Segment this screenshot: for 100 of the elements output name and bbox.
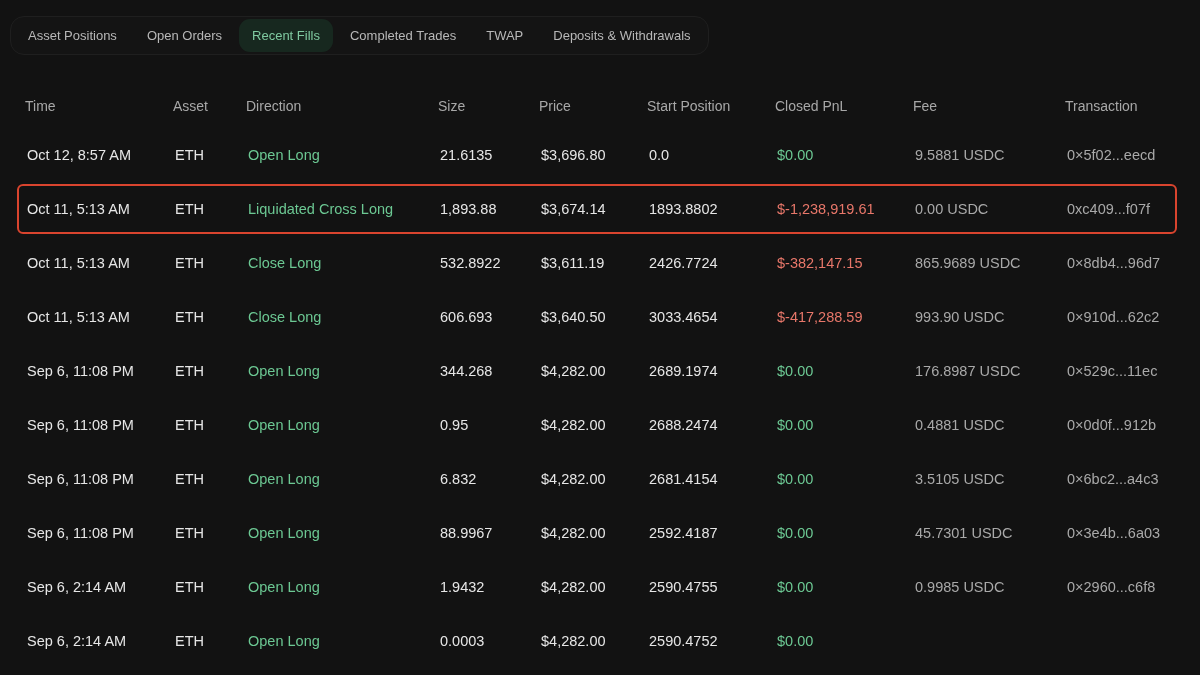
column-header: Asset <box>173 98 209 114</box>
table-cell-text: Sep 6, 2:14 AM <box>27 633 128 649</box>
table-cell-text: 9.5881 USDC <box>915 147 1006 163</box>
table-cell-text: 176.8987 USDC <box>915 363 1022 379</box>
table-cell-text: ETH <box>175 579 205 595</box>
table-cell-text: 6.832 <box>440 471 478 487</box>
table-cell-text: 2592.4187 <box>649 525 719 541</box>
table-cell-text: $4,282.00 <box>541 525 607 541</box>
table-cell-text: Open Long <box>248 579 321 595</box>
table-cell-text: $0.00 <box>777 417 815 433</box>
table-cell-text: ETH <box>175 309 205 325</box>
tab[interactable]: Completed Trades <box>336 19 470 52</box>
table-cell-text: Oct 11, 5:13 AM <box>27 255 131 271</box>
table-cell-text: 45.7301 USDC <box>915 525 1014 541</box>
table-cell-text: 88.9967 <box>440 525 494 541</box>
table-cell-text: 0.4881 USDC <box>915 417 1006 433</box>
table-cell-text: Sep 6, 11:08 PM <box>27 471 135 487</box>
table-cell-text: $4,282.00 <box>541 363 607 379</box>
table-cell-text: $0.00 <box>777 633 815 649</box>
table-cell-text: $0.00 <box>777 147 815 163</box>
table-cell-text: Sep 6, 11:08 PM <box>27 363 135 379</box>
table-cell-text: ETH <box>175 633 205 649</box>
table-cell-text: 0×2960...c6f8 <box>1067 579 1157 595</box>
table-cell-text: Sep 6, 11:08 PM <box>27 525 135 541</box>
table-cell-text: $-382,147.15 <box>777 255 864 271</box>
table-cell-text: 0×5f02...eecd <box>1067 147 1157 163</box>
table-cell-text: 0.9985 USDC <box>915 579 1006 595</box>
tab[interactable]: Open Orders <box>133 19 236 52</box>
table-cell-text: ETH <box>175 201 205 217</box>
column-header: Start Position <box>647 98 732 114</box>
table-cell-text: 0xc409...f07f <box>1067 201 1152 217</box>
table-cell-text: Liquidated Cross Long <box>248 201 395 217</box>
table-cell-text: 2681.4154 <box>649 471 719 487</box>
table-cell-text: $4,282.00 <box>541 633 607 649</box>
table-cell: 0×8db4...96d7 <box>1067 255 1161 271</box>
table-cell-text: 3.5105 USDC <box>915 471 1006 487</box>
tab[interactable]: Recent Fills <box>239 19 333 52</box>
column-header: Price <box>539 98 572 114</box>
table-cell-text: Close Long <box>248 309 323 325</box>
table-cell-text: $3,674.14 <box>541 201 607 217</box>
table-cell-text: 2590.4755 <box>649 579 719 595</box>
table-cell-text: 532.8922 <box>440 255 502 271</box>
table-cell-text: Sep 6, 2:14 AM <box>27 579 128 595</box>
table-cell-text: $0.00 <box>777 363 815 379</box>
table-cell-text: Open Long <box>248 471 321 487</box>
table-cell-text: ETH <box>175 417 205 433</box>
table-cell: 0×3e4b...6a03 <box>1067 525 1161 541</box>
table-cell-text: 0.0003 <box>440 633 486 649</box>
column-header: Transaction <box>1065 98 1139 114</box>
table-cell-text: 1893.8802 <box>649 201 719 217</box>
table-cell-text: $4,282.00 <box>541 579 607 595</box>
table-cell-text: 865.9689 USDC <box>915 255 1022 271</box>
column-header: Closed PnL <box>775 98 849 114</box>
table-cell-text: 344.268 <box>440 363 494 379</box>
table-cell-text: ETH <box>175 471 205 487</box>
table-cell-text: $4,282.00 <box>541 417 607 433</box>
column-header: Size <box>438 98 467 114</box>
tab[interactable]: Deposits & Withdrawals <box>540 19 704 52</box>
tab[interactable]: TWAP <box>473 19 537 52</box>
table-cell-text: ETH <box>175 363 205 379</box>
table-cell-text: 3033.4654 <box>649 309 719 325</box>
table-cell: 0×6bc2...a4c3 <box>1067 471 1159 487</box>
table-cell-text: 2688.2474 <box>649 417 719 433</box>
table-cell-text: ETH <box>175 147 205 163</box>
table-cell-text: Oct 11, 5:13 AM <box>27 309 131 325</box>
column-header: Fee <box>913 98 939 114</box>
table-cell: 0×529c...11ec <box>1067 363 1159 379</box>
table-cell-text: Open Long <box>248 633 321 649</box>
table-cell-text: Open Long <box>248 363 321 379</box>
table-cell-text: $3,640.50 <box>541 309 607 325</box>
table-cell-text: 2590.4752 <box>649 633 719 649</box>
table-cell-text: 0.0 <box>649 147 671 163</box>
table-cell-text: Open Long <box>248 525 321 541</box>
column-header: Direction <box>246 98 303 114</box>
table-cell-text: $0.00 <box>777 471 815 487</box>
table-cell-text: 1.9432 <box>440 579 486 595</box>
table-cell-text: $3,611.19 <box>541 255 606 271</box>
table-cell-text: $-1,238,919.61 <box>777 201 876 217</box>
tab[interactable]: Asset Positions <box>15 19 130 52</box>
table-cell: 0×910d...62c2 <box>1067 309 1160 325</box>
table-cell-text: Open Long <box>248 147 321 163</box>
table-cell-text: 1,893.88 <box>440 201 498 217</box>
table-cell-text: 2426.7724 <box>649 255 719 271</box>
table-cell-text: Close Long <box>248 255 323 271</box>
table-cell-text: Open Long <box>248 417 321 433</box>
table-cell-text: Oct 11, 5:13 AM <box>27 201 131 217</box>
table-cell-text: 0.00 USDC <box>915 201 990 217</box>
table-cell-text: ETH <box>175 525 205 541</box>
table-cell-text: $0.00 <box>777 579 815 595</box>
table-cell-text: 606.693 <box>440 309 494 325</box>
table-cell-text: $0.00 <box>777 525 815 541</box>
table-cell-text: $3,696.80 <box>541 147 607 163</box>
table-cell-text: 21.6135 <box>440 147 494 163</box>
column-header: Time <box>25 98 57 114</box>
table-cell-text: $4,282.00 <box>541 471 607 487</box>
table-cell-text: 0.95 <box>440 417 470 433</box>
table-cell-text: $-417,288.59 <box>777 309 864 325</box>
table-cell-text: Sep 6, 11:08 PM <box>27 417 135 433</box>
table-cell-text: ETH <box>175 255 205 271</box>
table-cell-text: 2689.1974 <box>649 363 719 379</box>
